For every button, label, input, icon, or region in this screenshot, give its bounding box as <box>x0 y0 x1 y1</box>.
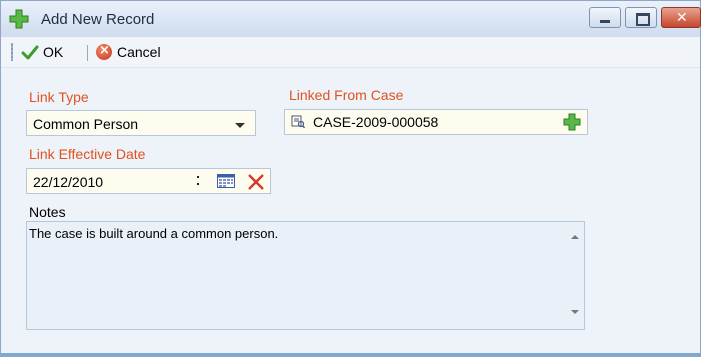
ok-label: OK <box>43 44 64 60</box>
link-effective-date-label: Link Effective Date <box>29 146 146 162</box>
green-plus-icon <box>9 9 29 29</box>
link-effective-date-value: 22/12/2010 <box>33 174 104 190</box>
checkmark-icon <box>21 43 39 61</box>
toolbar-grip[interactable] <box>11 43 13 61</box>
link-type-dropdown[interactable]: Common Person <box>26 110 256 136</box>
notes-textarea[interactable]: The case is built around a common person… <box>26 221 585 330</box>
notes-label: Notes <box>29 204 66 220</box>
toolbar: OK × Cancel <box>1 37 700 68</box>
cancel-button[interactable]: × Cancel <box>95 42 161 62</box>
minimize-button[interactable] <box>589 7 621 28</box>
link-type-value: Common Person <box>33 116 139 132</box>
notes-scrollbar[interactable] <box>567 223 583 328</box>
linked-from-case-field[interactable]: CASE-2009-000058 <box>284 109 588 135</box>
close-button[interactable]: ✕ <box>661 7 701 28</box>
window-title: Add New Record <box>41 11 155 28</box>
add-case-icon[interactable] <box>563 113 581 131</box>
linked-from-case-label: Linked From Case <box>289 87 404 103</box>
notes-value: The case is built around a common person… <box>29 226 279 241</box>
toolbar-separator <box>87 45 88 61</box>
maximize-button[interactable] <box>625 7 657 28</box>
clear-date-icon[interactable] <box>247 173 265 191</box>
title-bar[interactable]: Add New Record ✕ <box>1 1 701 37</box>
calendar-icon[interactable] <box>217 174 235 188</box>
chevron-down-icon[interactable] <box>235 123 245 128</box>
case-lookup-icon <box>291 115 306 129</box>
add-record-window: Add New Record ✕ OK × Cancel Link Type C… <box>0 0 701 357</box>
link-effective-date-field[interactable]: 22/12/2010 <box>26 168 271 194</box>
scroll-down-icon[interactable] <box>571 310 579 314</box>
maximize-icon <box>636 13 650 26</box>
cancel-circle-icon: × <box>95 43 113 61</box>
linked-from-case-value: CASE-2009-000058 <box>313 114 439 130</box>
minimize-icon <box>600 20 610 23</box>
link-type-label: Link Type <box>29 89 89 105</box>
cancel-label: Cancel <box>117 44 161 60</box>
scroll-up-icon[interactable] <box>571 235 579 239</box>
date-spinner-icon[interactable] <box>195 173 201 189</box>
ok-button[interactable]: OK <box>21 42 63 62</box>
close-icon: ✕ <box>676 10 688 26</box>
window-bottom-border <box>1 353 700 356</box>
